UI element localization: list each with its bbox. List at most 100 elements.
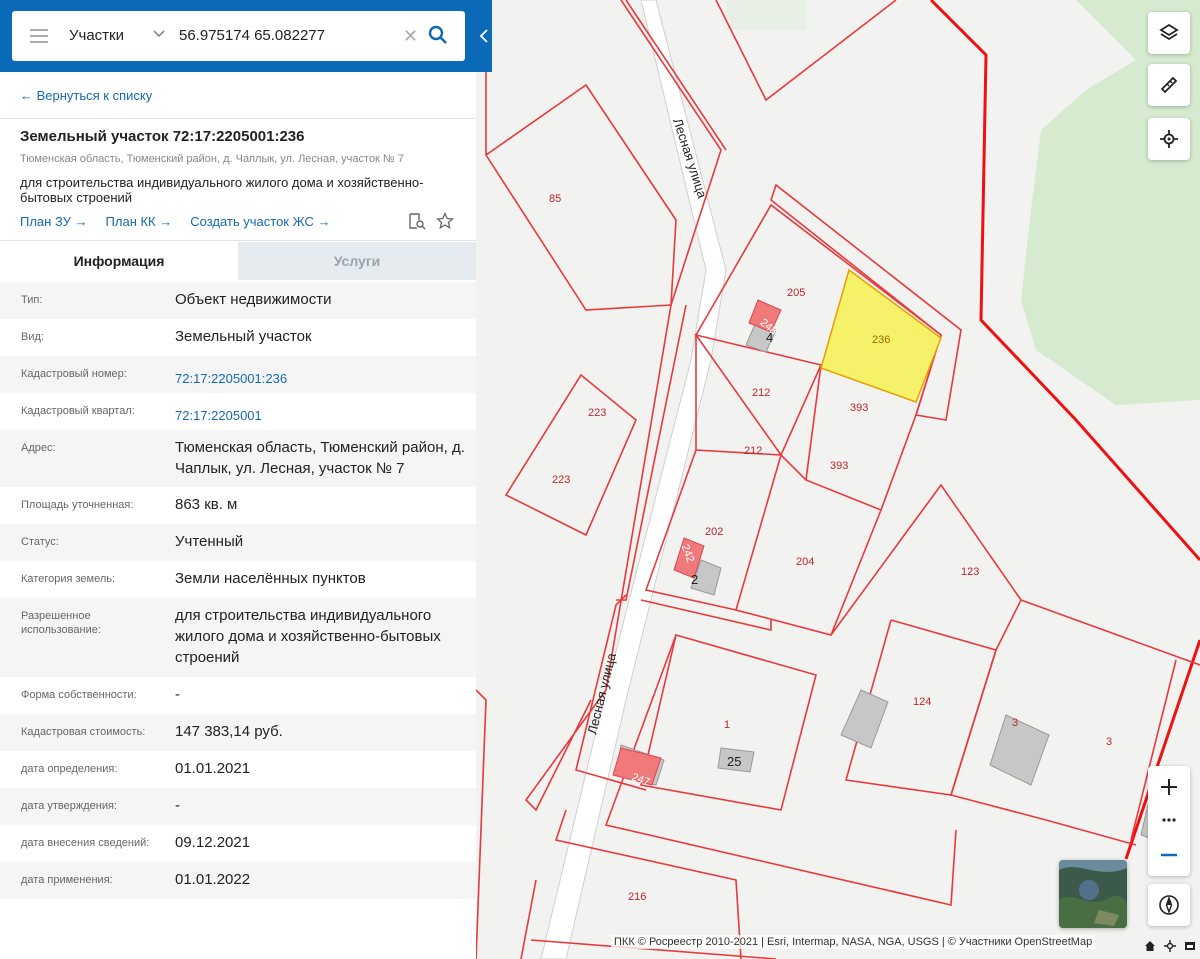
zoom-out-icon bbox=[1161, 853, 1177, 857]
satellite-thumbnail bbox=[1059, 860, 1127, 928]
print-icon[interactable] bbox=[1184, 940, 1196, 952]
zoom-in-icon bbox=[1161, 779, 1177, 795]
info-row: Адрес: Тюменская область, Тюменский район… bbox=[0, 430, 476, 487]
svg-text:25: 25 bbox=[727, 754, 741, 769]
info-row: дата утверждения: - bbox=[0, 788, 476, 825]
info-row-key: дата применения: bbox=[21, 874, 113, 886]
object-address: Тюменская область, Тюменский район, д. Ч… bbox=[20, 153, 404, 165]
svg-text:3: 3 bbox=[1012, 717, 1018, 729]
info-row-value: Учтенный bbox=[175, 533, 244, 550]
info-row: Кадастровый квартал: 72:17:2205001 bbox=[0, 393, 476, 430]
info-row-value: 863 кв. м bbox=[175, 496, 238, 513]
svg-text:223: 223 bbox=[588, 407, 606, 419]
svg-text:202: 202 bbox=[705, 526, 723, 538]
search-type-select[interactable]: Участки bbox=[69, 27, 124, 44]
info-row-value: - bbox=[175, 686, 180, 703]
chevron-left-icon bbox=[479, 29, 488, 43]
info-row: Категория земель: Земли населённых пункто… bbox=[0, 561, 476, 598]
document-search-icon[interactable] bbox=[408, 212, 426, 230]
satellite-minimap[interactable] bbox=[1059, 860, 1127, 928]
info-row-value: 01.01.2021 bbox=[175, 760, 251, 777]
measure-button[interactable] bbox=[1148, 64, 1190, 106]
svg-text:236: 236 bbox=[872, 334, 890, 346]
info-row-value: Земельный участок bbox=[175, 328, 312, 345]
info-sidebar: ← Вернуться к списку Земельный участок 7… bbox=[0, 0, 476, 959]
info-row-value: 01.01.2022 bbox=[175, 871, 251, 888]
info-row-key: Кадастровая стоимость: bbox=[21, 726, 146, 738]
info-row-key: Кадастровый квартал: bbox=[21, 405, 135, 417]
back-to-list-link[interactable]: ← Вернуться к списку bbox=[20, 88, 152, 103]
svg-text:204: 204 bbox=[796, 556, 814, 568]
info-row-key: Тип: bbox=[21, 294, 43, 306]
info-row: Вид: Земельный участок bbox=[0, 319, 476, 356]
info-row-link[interactable]: 72:17:2205001 bbox=[175, 405, 465, 426]
plan-kk-link[interactable]: План КК → bbox=[106, 214, 173, 229]
info-row-link[interactable]: 72:17:2205001:236 bbox=[175, 368, 465, 389]
info-row: дата внесения сведений: 09.12.2021 bbox=[0, 825, 476, 862]
collapse-panel-button[interactable] bbox=[476, 22, 492, 50]
info-row: Площадь уточненная: 863 кв. м bbox=[0, 487, 476, 524]
object-actions bbox=[408, 212, 454, 230]
clear-icon[interactable]: ✕ bbox=[403, 26, 418, 47]
map-view[interactable]: Лесная улица Лесная улица 85 205 236 212… bbox=[476, 0, 1200, 959]
svg-text:212: 212 bbox=[744, 445, 762, 457]
crosshair-icon[interactable] bbox=[1164, 940, 1176, 952]
compass-icon bbox=[1159, 895, 1179, 915]
info-row-key: Статус: bbox=[21, 536, 59, 548]
layers-button[interactable] bbox=[1148, 12, 1190, 54]
info-row: дата определения: 01.01.2021 bbox=[0, 751, 476, 788]
star-icon[interactable] bbox=[436, 212, 454, 230]
tab-information[interactable]: Информация bbox=[0, 242, 238, 280]
svg-text:212: 212 bbox=[752, 387, 770, 399]
svg-text:393: 393 bbox=[830, 460, 848, 472]
tab-services[interactable]: Услуги bbox=[238, 242, 476, 280]
info-row: Кадастровый номер: 72:17:2205001:236 bbox=[0, 356, 476, 393]
info-table: Тип: Объект недвижимости Вид: Земельный уча… bbox=[0, 282, 476, 899]
info-row-key: Адрес: bbox=[21, 442, 56, 454]
layers-icon bbox=[1159, 23, 1179, 41]
search-input[interactable]: 56.975174 65.082277 bbox=[179, 27, 325, 44]
more-button[interactable] bbox=[1148, 810, 1190, 830]
info-row-key: Кадастровый номер: bbox=[21, 368, 127, 380]
svg-text:123: 123 bbox=[961, 566, 979, 578]
chevron-down-icon[interactable] bbox=[153, 29, 165, 39]
divider bbox=[0, 118, 476, 119]
object-title: Земельный участок 72:17:2205001:236 bbox=[20, 128, 305, 145]
info-row-value: для строительства индивидуального жилого… bbox=[175, 607, 441, 666]
locate-button[interactable] bbox=[1148, 118, 1190, 160]
svg-text:205: 205 bbox=[787, 287, 805, 299]
object-links: План ЗУ → План КК → Создать участок ЖС → bbox=[20, 214, 330, 229]
info-row-key: Вид: bbox=[21, 331, 44, 343]
divider bbox=[0, 240, 476, 241]
top-bar: Участки 56.975174 65.082277 ✕ bbox=[0, 0, 492, 72]
compass-button[interactable] bbox=[1148, 884, 1190, 926]
info-row-key: дата определения: bbox=[21, 763, 118, 775]
search-box: Участки 56.975174 65.082277 ✕ bbox=[12, 11, 465, 61]
info-row-key: дата внесения сведений: bbox=[21, 837, 150, 849]
info-row-value: Земли населённых пунктов bbox=[175, 570, 366, 587]
home-icon[interactable] bbox=[1144, 940, 1156, 952]
plan-zu-link[interactable]: План ЗУ → bbox=[20, 214, 88, 229]
info-row: Кадастровая стоимость: 147 383,14 руб. bbox=[0, 714, 476, 751]
zoom-in-button[interactable] bbox=[1148, 766, 1190, 808]
search-icon[interactable] bbox=[428, 25, 448, 45]
svg-text:393: 393 bbox=[850, 402, 868, 414]
info-row-key: Площадь уточненная: bbox=[21, 499, 134, 511]
ruler-icon bbox=[1160, 76, 1178, 94]
zoom-out-button[interactable] bbox=[1148, 834, 1190, 876]
info-row-value: 147 383,14 руб. bbox=[175, 723, 283, 740]
info-row-value: Тюменская область, Тюменский район, д. Ч… bbox=[175, 439, 465, 477]
info-row: Разрешенное использование: для строительс… bbox=[0, 598, 476, 677]
info-row-key: Категория земель: bbox=[21, 573, 116, 585]
attribution-icons bbox=[1144, 940, 1196, 952]
menu-icon[interactable] bbox=[30, 29, 48, 43]
info-row-key: Разрешенное использование: bbox=[21, 610, 101, 636]
svg-text:3: 3 bbox=[1106, 736, 1112, 748]
map-canvas[interactable]: Лесная улица Лесная улица 85 205 236 212… bbox=[476, 0, 1200, 959]
info-row: Статус: Учтенный bbox=[0, 524, 476, 561]
svg-text:1: 1 bbox=[724, 719, 730, 731]
info-row-value: Объект недвижимости bbox=[175, 291, 332, 308]
create-parcel-link[interactable]: Создать участок ЖС → bbox=[190, 214, 330, 229]
map-attribution: ПКК © Росреестр 2010-2021 | Esri, Interm… bbox=[611, 935, 1096, 949]
more-icon bbox=[1162, 818, 1176, 822]
